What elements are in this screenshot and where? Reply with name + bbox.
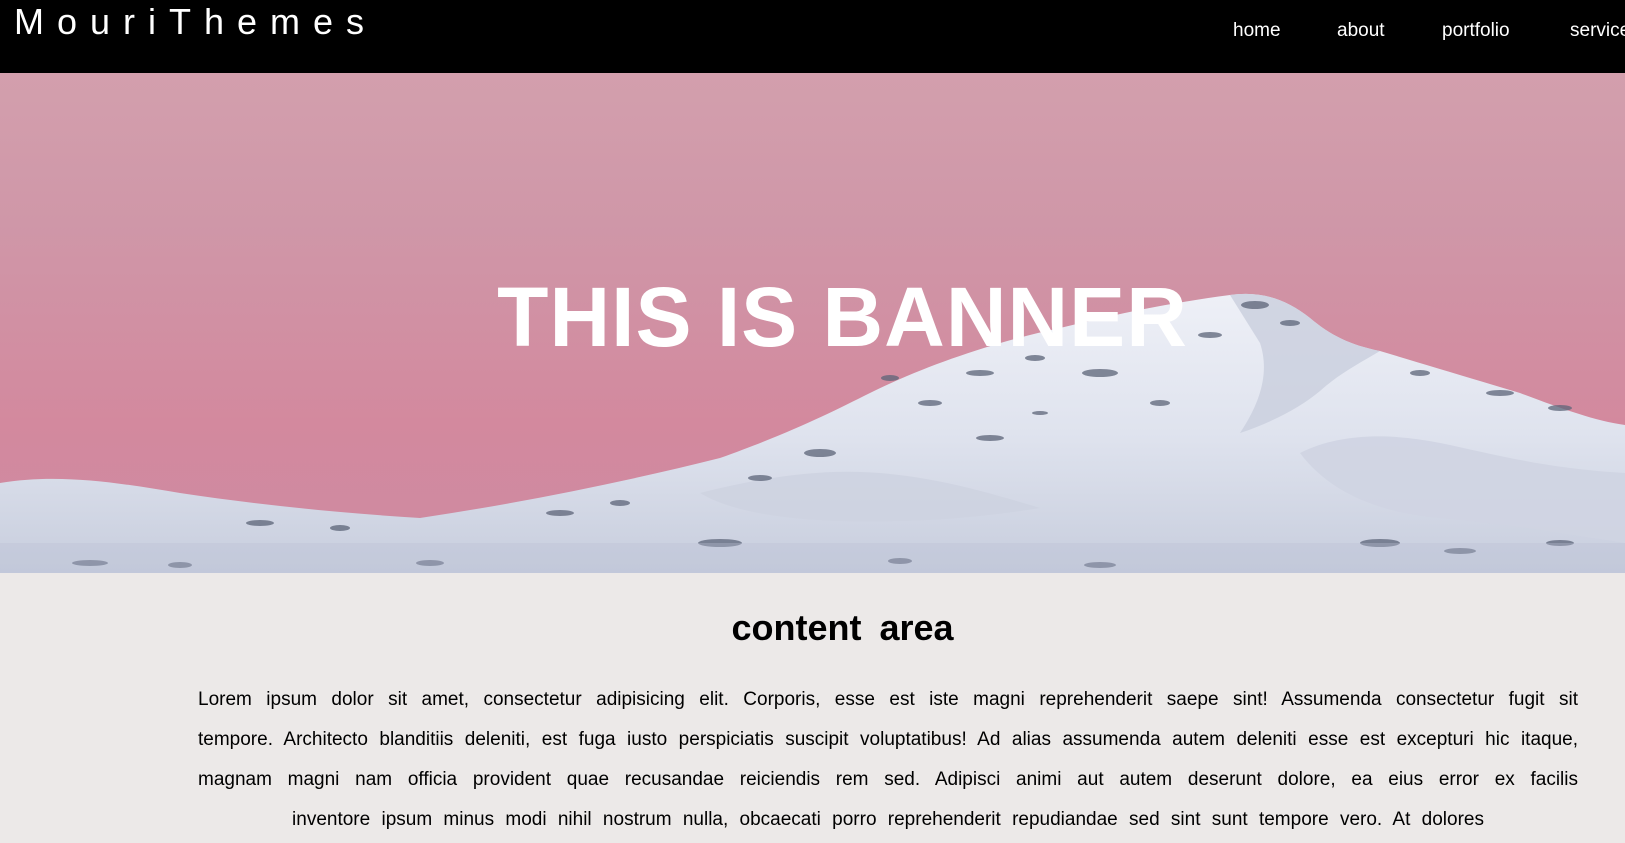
- nav-link-services[interactable]: services: [1570, 18, 1625, 44]
- nav-link-portfolio[interactable]: portfolio: [1442, 18, 1510, 44]
- content-area: content area Lorem ipsum dolor sit amet,…: [0, 573, 1625, 843]
- content-paragraph: Lorem ipsum dolor sit amet, consectetur …: [198, 689, 1578, 830]
- hero-banner: THIS IS BANNER: [0, 73, 1625, 573]
- content-title: content area: [731, 607, 954, 648]
- banner-title: THIS IS BANNER: [497, 270, 1188, 364]
- site-logo[interactable]: MouriThemes: [14, 2, 377, 42]
- site-header: MouriThemes home about portfolio service…: [0, 0, 1625, 73]
- nav-link-home[interactable]: home: [1233, 18, 1281, 44]
- nav-link-about[interactable]: about: [1337, 18, 1385, 44]
